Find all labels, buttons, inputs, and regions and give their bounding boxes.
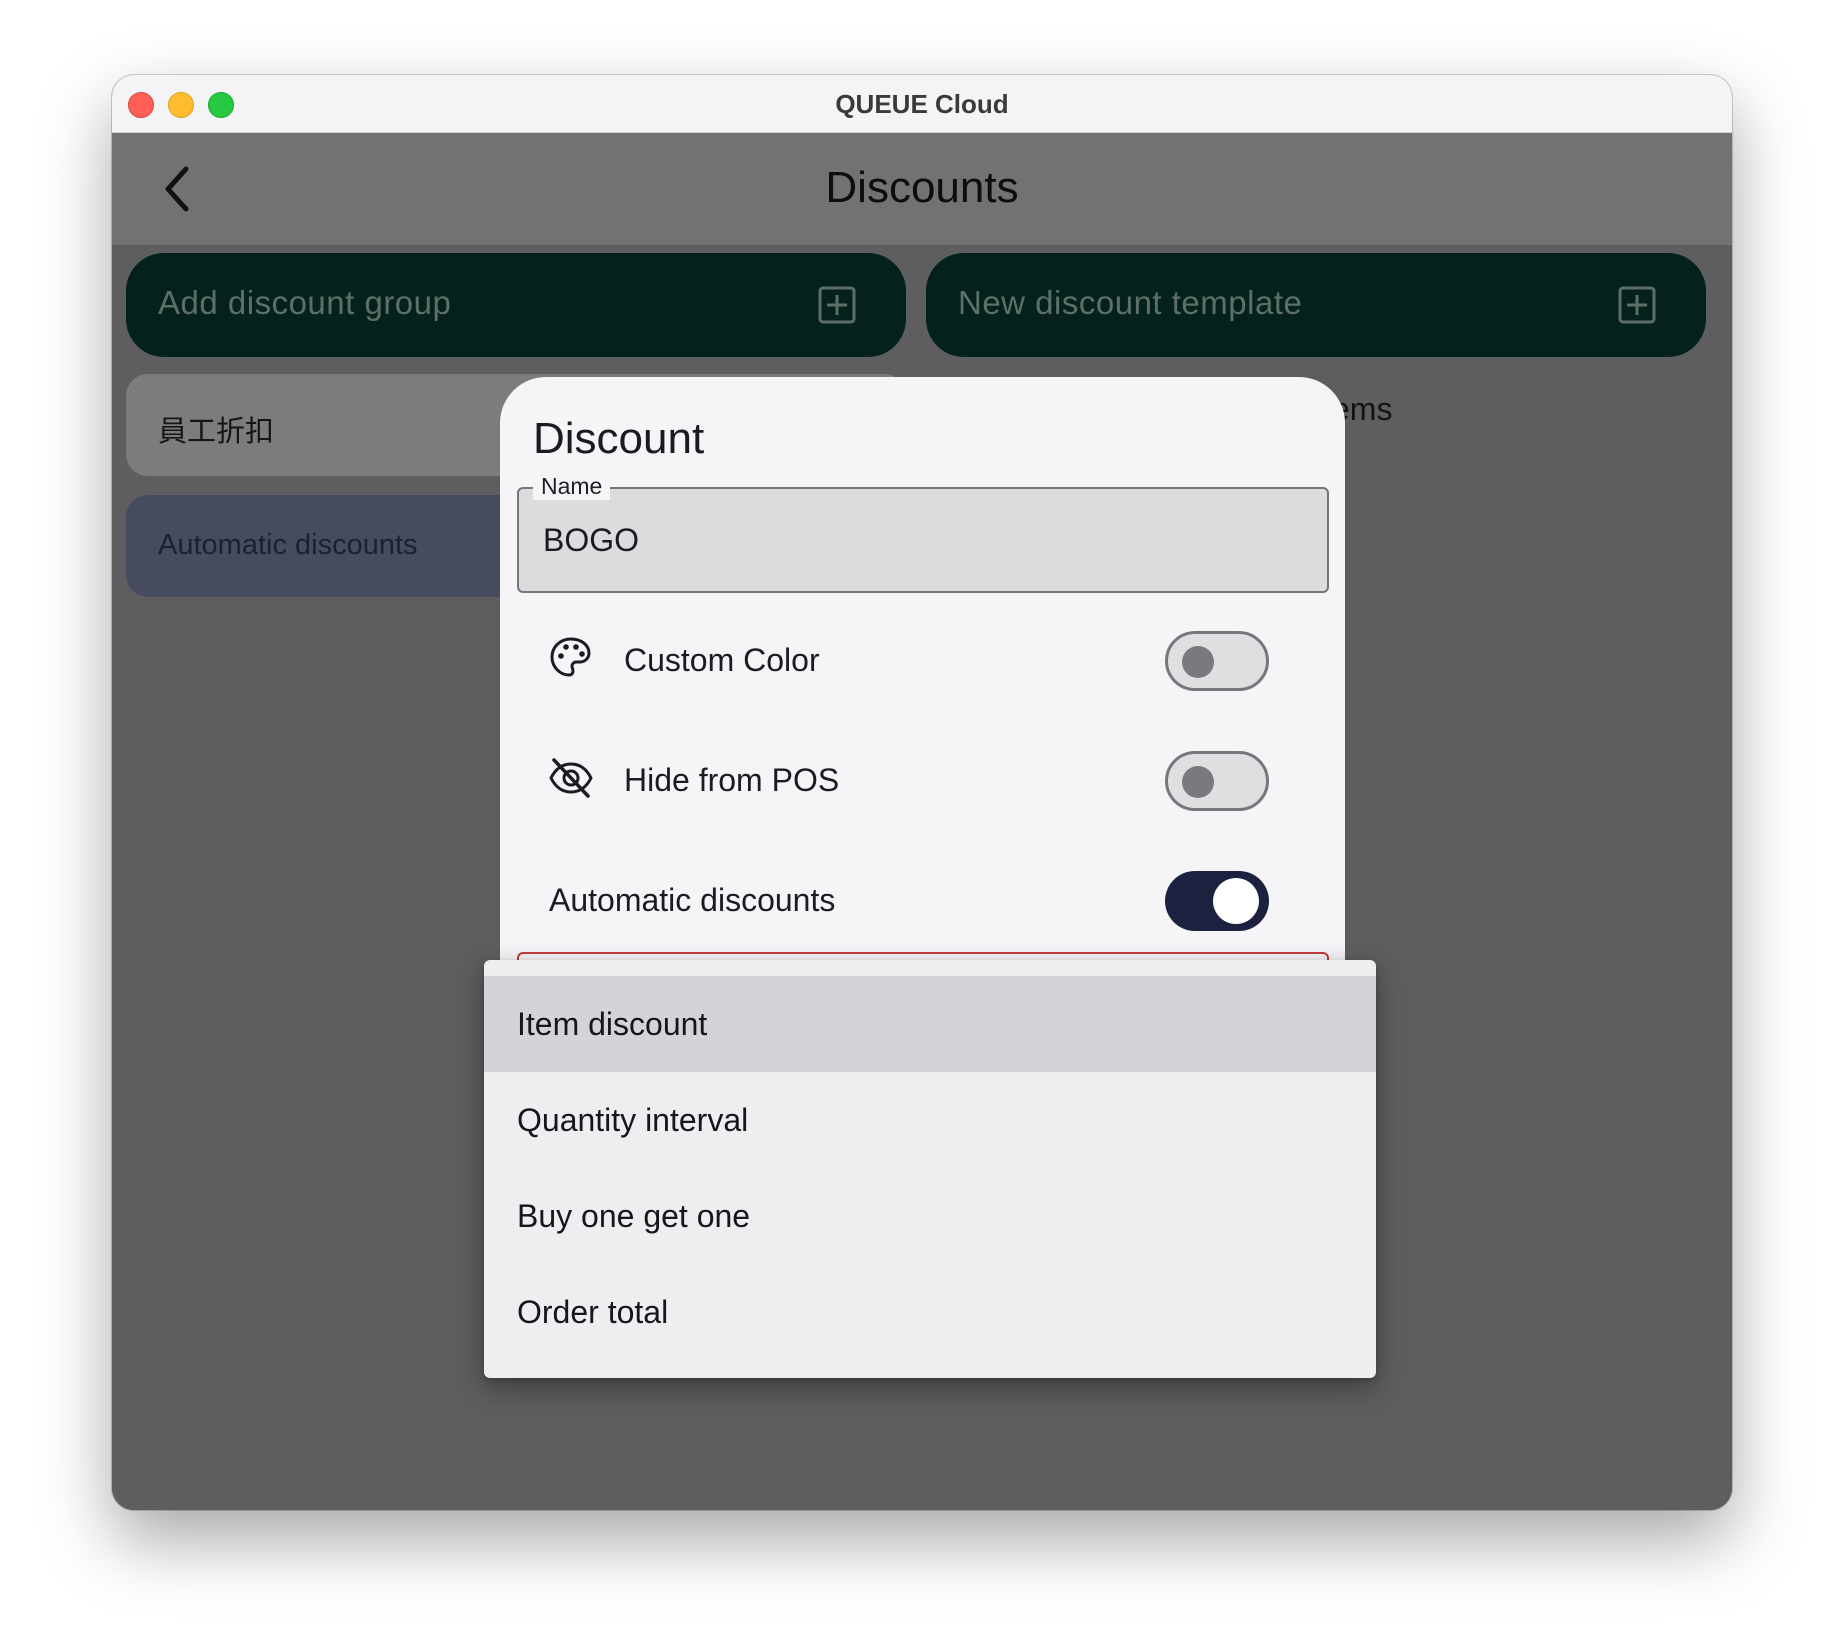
- page-title: Discounts: [825, 163, 1019, 212]
- plus-square-icon: [818, 286, 856, 324]
- menu-item-label: Buy one get one: [517, 1198, 751, 1234]
- hide-from-pos-row: Hide from POS: [500, 727, 1345, 827]
- toggle-knob: [1182, 646, 1214, 678]
- new-discount-template-label: New discount template: [958, 284, 1303, 321]
- hide-from-pos-toggle[interactable]: [1165, 751, 1269, 811]
- title-bar: QUEUE Cloud: [112, 75, 1732, 133]
- name-field: Name: [517, 473, 1329, 593]
- toggle-knob: [1182, 766, 1214, 798]
- menu-item-item-discount[interactable]: Item discount: [484, 976, 1376, 1072]
- palette-icon: [550, 637, 591, 677]
- window-title: QUEUE Cloud: [835, 89, 1009, 119]
- automatic-discounts-label: Automatic discounts: [549, 882, 836, 918]
- app-bar: Discounts: [112, 133, 1732, 245]
- new-discount-template-button[interactable]: New discount template: [926, 253, 1706, 357]
- plus-square-icon: [1618, 286, 1656, 324]
- add-discount-group-label: Add discount group: [158, 284, 452, 321]
- hide-from-pos-label: Hide from POS: [624, 762, 840, 798]
- discount-type-menu: Item discount Quantity interval Buy one …: [484, 960, 1376, 1378]
- custom-color-toggle[interactable]: [1165, 631, 1269, 691]
- discount-dialog: Discount Name Custom Color Hide from POS…: [500, 377, 1345, 1017]
- automatic-discounts-row: Automatic discounts: [500, 847, 1345, 947]
- name-input[interactable]: [541, 517, 1305, 563]
- menu-item-label: Order total: [517, 1294, 669, 1330]
- menu-item-label: Quantity interval: [517, 1102, 749, 1138]
- menu-item-order-total[interactable]: Order total: [484, 1264, 1376, 1360]
- menu-item-quantity-interval[interactable]: Quantity interval: [484, 1072, 1376, 1168]
- discount-group-label: Automatic discounts: [158, 529, 418, 561]
- custom-color-label: Custom Color: [624, 642, 820, 678]
- add-discount-group-button[interactable]: Add discount group: [126, 253, 906, 357]
- dialog-title: Discount: [533, 414, 705, 463]
- discount-group-label: 員工折扣: [158, 416, 275, 448]
- menu-item-label: Item discount: [517, 1006, 708, 1042]
- menu-item-buy-one-get-one[interactable]: Buy one get one: [484, 1168, 1376, 1264]
- toggle-knob: [1213, 878, 1259, 924]
- automatic-discounts-toggle[interactable]: [1165, 871, 1269, 931]
- custom-color-row: Custom Color: [500, 607, 1345, 707]
- eye-off-icon: [549, 758, 593, 798]
- name-field-label: Name: [533, 473, 611, 500]
